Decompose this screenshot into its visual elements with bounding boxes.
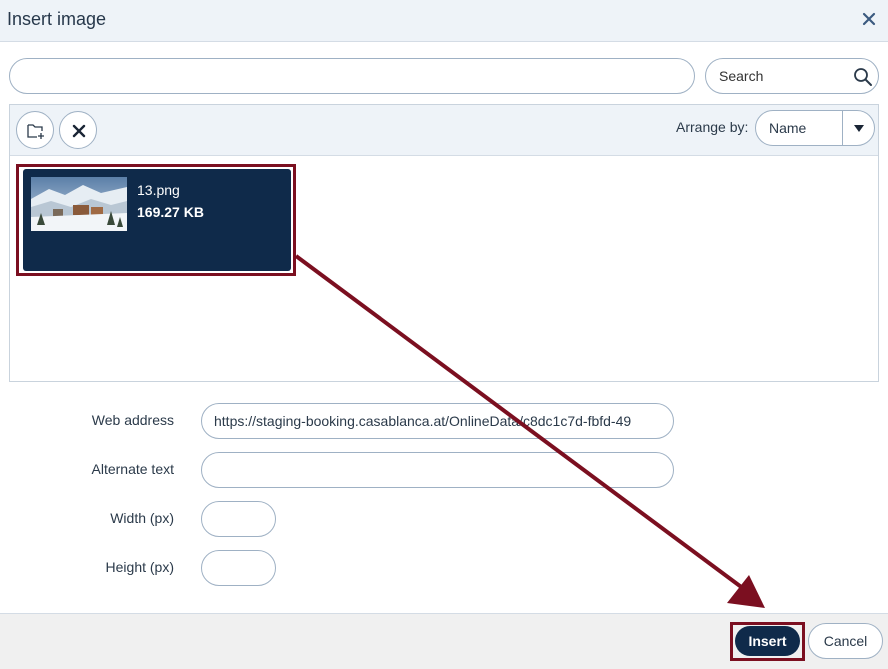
folder-plus-icon <box>27 124 44 139</box>
cancel-button[interactable]: Cancel <box>808 623 883 659</box>
width-field[interactable] <box>201 501 276 537</box>
new-folder-button[interactable] <box>16 111 54 149</box>
close-icon[interactable] <box>858 8 880 30</box>
search-box <box>705 58 879 94</box>
caret-down-icon <box>854 125 864 132</box>
height-field[interactable] <box>201 550 276 586</box>
arrange-by-label: Arrange by: <box>676 119 749 135</box>
arrange-by-dropdown-button[interactable] <box>842 111 874 145</box>
delete-button[interactable] <box>59 111 97 149</box>
file-size: 169.27 KB <box>137 204 204 220</box>
web-address-field[interactable] <box>201 403 674 439</box>
file-browser: Arrange by: Name 13.png 169.27 KB <box>9 104 879 382</box>
width-label: Width (px) <box>110 510 174 526</box>
dialog-title: Insert image <box>7 9 107 29</box>
file-name: 13.png <box>137 182 180 198</box>
file-item[interactable]: 13.png 169.27 KB <box>23 169 291 271</box>
search-icon[interactable] <box>853 67 873 87</box>
path-input[interactable] <box>9 58 695 94</box>
alternate-text-label: Alternate text <box>91 461 175 477</box>
arrange-by-value: Name <box>769 120 807 136</box>
insert-button[interactable]: Insert <box>735 626 800 656</box>
web-address-label: Web address <box>91 412 174 428</box>
arrange-by-select[interactable]: Name <box>755 110 875 146</box>
browser-toolbar: Arrange by: Name <box>10 105 878 156</box>
close-icon <box>72 124 86 138</box>
image-thumbnail <box>31 177 127 231</box>
search-input[interactable] <box>707 60 847 92</box>
insert-image-dialog: Insert image Arra <box>0 0 888 669</box>
dialog-titlebar: Insert image <box>0 0 888 42</box>
height-label: Height (px) <box>105 559 174 575</box>
alternate-text-field[interactable] <box>201 452 674 488</box>
